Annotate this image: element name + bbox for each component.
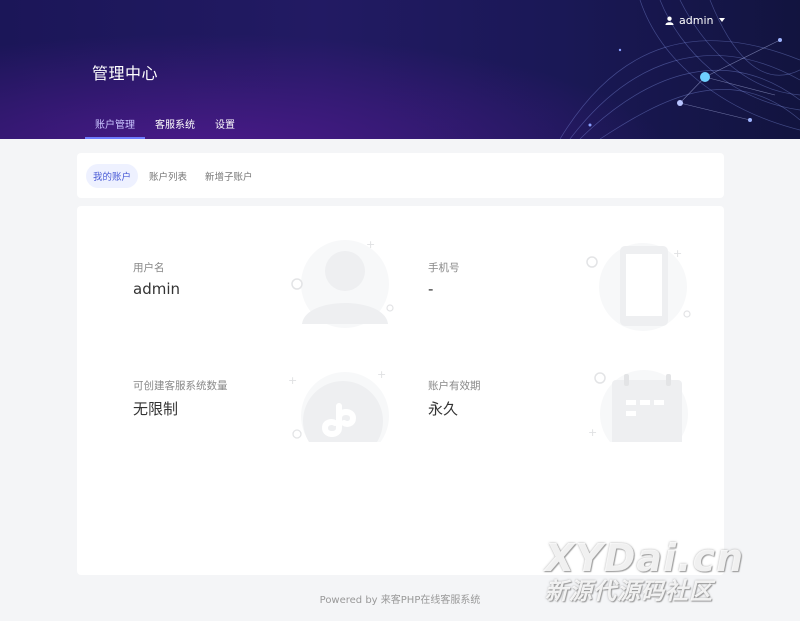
svg-text:+: +	[288, 374, 297, 387]
subtab-add-sub-account[interactable]: 新增子账户	[198, 164, 260, 188]
mini-program-illustration-icon: + +	[288, 368, 389, 442]
person-illustration-icon: +	[291, 238, 394, 328]
phone-label: 手机号	[428, 262, 460, 274]
username-label: 用户名	[133, 262, 165, 274]
tab-account-management[interactable]: 账户管理	[85, 113, 145, 139]
user-name: admin	[679, 13, 714, 27]
page-title: 管理中心	[92, 64, 159, 83]
phone-value: -	[428, 280, 434, 298]
phone-block: 手机号 -	[428, 260, 460, 298]
subtab-my-account[interactable]: 我的账户	[86, 163, 139, 188]
quota-value: 无限制	[133, 400, 179, 418]
validity-label: 账户有效期	[428, 380, 481, 392]
quota-label: 可创建客服系统数量	[133, 380, 228, 392]
validity-value: 永久	[428, 400, 459, 418]
caret-down-icon	[719, 18, 726, 22]
tab-customer-service[interactable]: 客服系统	[145, 113, 205, 139]
username-value: admin	[133, 280, 180, 298]
user-icon	[665, 16, 674, 25]
svg-text:+: +	[366, 238, 375, 251]
validity-block: 账户有效期 永久	[428, 378, 481, 419]
phone-illustration-icon: +	[586, 243, 691, 331]
tab-settings[interactable]: 设置	[205, 113, 245, 139]
user-menu[interactable]: admin	[665, 12, 726, 28]
main-nav: 账户管理 客服系统 设置	[85, 113, 245, 139]
footer-powered-by: Powered by 来客PHP在线客服系统	[319, 595, 481, 606]
username-block: 用户名 admin	[133, 260, 180, 298]
calendar-illustration-icon: +	[588, 370, 688, 442]
svg-text:+: +	[377, 368, 386, 381]
svg-text:+: +	[588, 426, 597, 439]
svg-text:+: +	[673, 247, 682, 260]
subtab-account-list[interactable]: 账户列表	[142, 164, 194, 188]
quota-block: 可创建客服系统数量 无限制	[133, 378, 228, 419]
sub-navigation: 我的账户 账户列表 新增子账户	[77, 153, 724, 198]
account-info-card: 用户名 admin + 手机号 - + 可创建客服系统数量 无限制 + + 账户…	[77, 206, 724, 575]
top-header: admin 管理中心 账户管理 客服系统 设置	[0, 0, 800, 139]
